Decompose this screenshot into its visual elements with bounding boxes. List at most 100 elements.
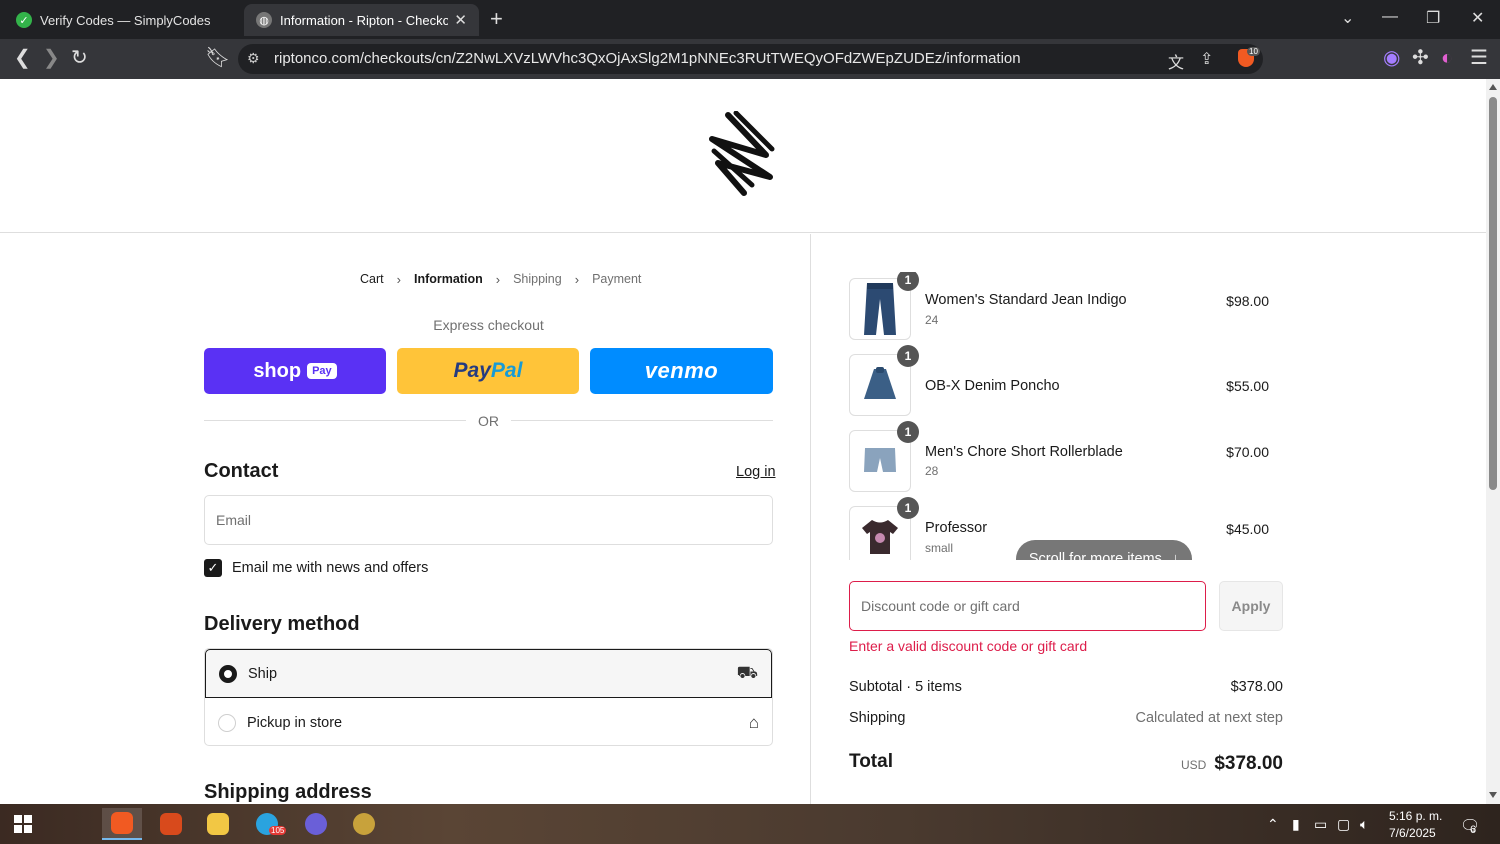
delivery-option-pickup[interactable]: Pickup in store ⌂ [205,698,772,745]
clock[interactable]: 5:16 p. m. 7/6/2025 [1389,808,1442,842]
item-name: OB-X Denim Poncho [925,378,1060,394]
item-name: Women's Standard Jean Indigo [925,292,1127,308]
total-row: Total USD $378.00 [849,751,1283,775]
breadcrumb-cart[interactable]: Cart [360,272,384,287]
ship-radio[interactable] [219,664,237,683]
discount-placeholder: Discount code or gift card [861,598,1020,614]
paypal-label-b: Pal [490,359,523,382]
currency-code: USD [1180,758,1207,772]
breadcrumb-information: Information [413,272,483,286]
subtotal-value: $378.00 [1230,679,1283,695]
restore-icon[interactable]: ❐ [1426,8,1440,28]
total-amount: USD $378.00 [1181,753,1283,775]
new-tab-button[interactable]: + [490,8,503,30]
forward-icon[interactable]: ❯ [43,47,60,69]
breadcrumb-shipping: Shipping [513,272,562,286]
folder-icon [207,813,229,835]
translate-icon[interactable]: 文 [1168,49,1184,73]
item-variant: 24 [925,313,939,327]
page-scroll-thumb[interactable] [1489,97,1497,490]
share-icon[interactable]: ⇪ [1200,49,1213,69]
tab-search-icon[interactable]: ⌄ [1341,8,1354,28]
discount-code-input[interactable]: Discount code or gift card [849,581,1206,631]
page-scrollbar[interactable] [1486,79,1500,804]
minimize-icon[interactable]: — [1382,8,1398,26]
shop-pay-pill: Pay [307,363,337,379]
venmo-button[interactable]: venmo [590,348,773,394]
telegram-unread-badge: 105 [269,826,287,835]
quantity-badge: 1 [897,272,919,291]
page-scroll-down-arrow[interactable] [1489,792,1497,798]
address-bar[interactable]: ⚙ riptonco.com/checkouts/cn/Z2NwLXVzLWVh… [238,44,1263,74]
discord-icon [305,813,327,835]
item-price: $55.00 [1226,378,1269,394]
total-value: $378.00 [1214,753,1283,774]
paypal-button[interactable]: Pay Pal [397,348,579,394]
truck-icon: ⛟ [736,662,758,682]
ship-label: Ship [248,665,278,682]
battery-icon[interactable]: ▭ [1314,816,1327,833]
bookmark-icon[interactable]: 🔖︎ [205,47,230,69]
start-button[interactable] [3,808,43,840]
taskbar-telegram[interactable]: 105 [247,808,287,840]
scroll-for-more-button[interactable]: Scroll for more items ↓ [1016,540,1192,560]
venmo-label: venmo [644,358,719,383]
extensions-icon[interactable]: ✣ [1412,47,1429,69]
store-header [0,79,1486,233]
network-icon[interactable]: ▢ [1337,816,1350,833]
microphone-icon[interactable]: ▮ [1292,816,1300,833]
menu-icon[interactable]: ☰ [1470,47,1488,69]
express-checkout-label: Express checkout [433,317,544,333]
contact-heading: Contact [204,460,279,482]
tab-checkout[interactable]: ◍ Information - Ripton - Checkout ✕ [244,4,479,36]
shop-pay-label: shop [253,359,302,382]
close-tab-icon[interactable]: ✕ [454,11,467,29]
shields-count-badge: 10 [1247,47,1260,56]
item-variant: 28 [925,464,939,478]
order-summary-column: 1 Women's Standard Jean Indigo 24 $98.00… [810,234,1486,804]
arrow-down-icon: ↓ [1171,551,1180,560]
reload-icon[interactable]: ↻ [71,47,88,69]
taskbar-brave-active[interactable] [102,808,142,840]
email-field[interactable]: Email [204,495,773,545]
ripton-logo-icon [709,111,775,196]
page-scroll-up-arrow[interactable] [1489,84,1497,90]
newsletter-label[interactable]: Email me with news and offers [232,560,428,576]
subtotal-row: Subtotal · 5 items $378.00 [849,679,1283,695]
site-info-icon[interactable]: ⚙ [247,50,260,67]
breadcrumb: Cart › Information › Shipping › Payment [360,272,641,287]
back-icon[interactable]: ❮ [14,47,31,69]
brave-app-icon [111,812,133,834]
tab-title: Information - Ripton - Checkout [280,12,449,28]
vpn-icon[interactable]: ◐ [1441,47,1453,69]
leo-ai-icon[interactable]: ◉ [1383,47,1400,69]
pickup-radio[interactable] [218,713,236,732]
taskbar-brave[interactable] [151,808,191,840]
scroll-hint-label: Scroll for more items [1028,551,1162,560]
close-window-icon[interactable]: ✕ [1471,8,1484,28]
delivery-option-ship[interactable]: Ship ⛟ [205,649,772,698]
shop-pay-button[interactable]: shop Pay [204,348,386,394]
windows-icon [14,815,32,833]
checkout-page: Cart › Information › Shipping › Payment … [0,79,1486,804]
information-column: Cart › Information › Shipping › Payment … [0,234,810,804]
login-link[interactable]: Log in [736,464,776,480]
shipping-address-heading: Shipping address [204,781,372,803]
jeans-image [864,283,896,335]
globe-icon: ◍ [256,12,272,28]
taskbar-discord[interactable] [296,808,336,840]
volume-icon[interactable]: 🔈︎ [1360,816,1368,833]
item-name: Men's Chore Short Rollerblade [925,444,1123,460]
total-label: Total [849,751,893,772]
apply-discount-button[interactable]: Apply [1219,581,1283,631]
windows-taskbar: 105 ⌃ ▮ ▭ ▢ 🔈︎ 5:16 p. m. 7/6/2025 🗨︎ 6 [0,804,1500,844]
taskbar-word[interactable] [344,808,384,840]
quantity-badge: 1 [897,497,919,519]
shipping-row: Shipping Calculated at next step [849,710,1283,726]
newsletter-checkbox[interactable]: ✓ [204,559,222,577]
tray-overflow-icon[interactable]: ⌃ [1267,816,1279,833]
taskbar-file-explorer[interactable] [198,808,238,840]
tab-verify-codes[interactable]: ✓ Verify Codes — SimplyCodes [4,4,240,36]
url-text[interactable]: riptonco.com/checkouts/cn/Z2NwLXVzLWVhc3… [274,50,1021,67]
line-items-list[interactable]: 1 Women's Standard Jean Indigo 24 $98.00… [849,272,1283,560]
